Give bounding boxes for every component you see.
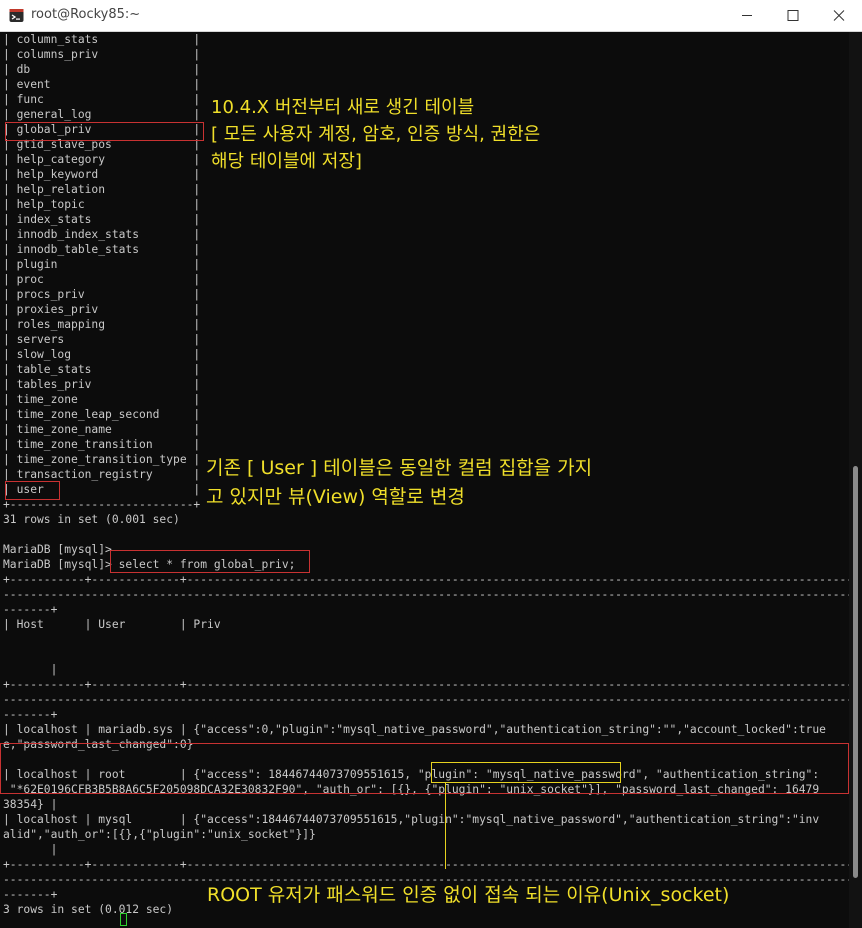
terminal-line: | time_zone_name | [3, 423, 201, 436]
terminal-line: MariaDB [mysql]> [3, 543, 112, 556]
terminal-line: | help_topic | [3, 198, 201, 211]
terminal-line: | innodb_index_stats | [3, 228, 201, 241]
terminal-line: -------+ [3, 603, 58, 616]
terminal-line: -------+ [3, 708, 58, 721]
terminal-line: ----------------------------------------… [3, 693, 862, 706]
terminal-line: | roles_mapping | [3, 318, 201, 331]
terminal-line: +-----------+-------------+-------------… [3, 573, 862, 586]
terminal-line: | time_zone_transition | [3, 438, 201, 451]
user-table-highlight-box [5, 481, 60, 500]
annotation-user-line-2: 고 있지만 뷰(View) 역할로 변경 [206, 486, 465, 508]
window-title: root@Rocky85:~ [31, 7, 141, 22]
vertical-scrollbar[interactable] [849, 32, 862, 928]
annotation-connector-line [445, 783, 446, 869]
terminal-line: | [3, 843, 58, 856]
terminal-line: | help_relation | [3, 183, 201, 196]
terminal-line: alid","auth_or":[{},{"plugin":"unix_sock… [3, 828, 316, 841]
terminal-line: | help_keyword | [3, 168, 201, 181]
terminal-line: | proxies_priv | [3, 303, 201, 316]
terminal-line: | plugin | [3, 258, 201, 271]
terminal-line: | transaction_registry | [3, 468, 201, 481]
terminal-line: | tables_priv | [3, 378, 201, 391]
terminal-line: 3 rows in set (0.012 sec) [3, 903, 174, 916]
annotation-unix-socket: ROOT 유저가 패스워드 인증 없이 접속 되는 이유(Unix_socket… [207, 884, 730, 906]
unix-socket-highlight-box [431, 762, 621, 783]
terminal-line: +-----------+-------------+-------------… [3, 858, 862, 871]
minimize-button[interactable] [724, 0, 770, 31]
terminal-line: -------+ [3, 888, 58, 901]
terminal-line: | column_stats | [3, 33, 201, 46]
annotation-global-priv-line-1: 10.4.X 버전부터 새로 생긴 테이블 [211, 97, 475, 118]
terminal-line: | db | [3, 63, 201, 76]
terminal-line: | event | [3, 78, 201, 91]
terminal-line: | localhost | mysql | {"access":18446744… [3, 813, 820, 826]
annotation-global-priv-line-2: [ 모든 사용자 계정, 암호, 인증 방식, 권한은 [211, 124, 541, 145]
terminal-line: | procs_priv | [3, 288, 201, 301]
select-command-highlight-box [110, 550, 310, 573]
title-bar[interactable]: root@Rocky85:~ [0, 0, 862, 32]
terminal-line: | table_stats | [3, 363, 201, 376]
terminal-line: | [3, 663, 58, 676]
global-priv-highlight-box [5, 122, 204, 141]
terminal-line: | Host | User | Priv [3, 618, 221, 631]
terminal-line: ----------------------------------------… [3, 588, 862, 601]
terminal-line: | help_category | [3, 153, 201, 166]
terminal-line: | localhost | mariadb.sys | {"access":0,… [3, 723, 826, 736]
terminal-line: | func | [3, 93, 201, 106]
terminal-line: | slow_log | [3, 348, 201, 361]
terminal-line: | time_zone | [3, 393, 201, 406]
terminal-cursor [120, 913, 127, 926]
maximize-button[interactable] [770, 0, 816, 31]
close-button[interactable] [816, 0, 862, 31]
terminal-line: | time_zone_transition_type | [3, 453, 201, 466]
terminal-window: root@Rocky85:~ | column_stats | | columns… [0, 0, 862, 928]
terminal-line: | proc | [3, 273, 201, 286]
terminal-line: 38354} | [3, 798, 58, 811]
terminal-line: 31 rows in set (0.001 sec) [3, 513, 180, 526]
annotation-global-priv-line-3: 해당 테이블에 저장] [211, 151, 362, 172]
terminal-line: | time_zone_leap_second | [3, 408, 201, 421]
terminal-line: | servers | [3, 333, 201, 346]
terminal-line: | innodb_table_stats | [3, 243, 201, 256]
terminal-line: | index_stats | [3, 213, 201, 226]
annotation-user-line-1: 기존 [ User ] 테이블은 동일한 컬럼 집합을 가지 [206, 457, 593, 479]
terminal-line: | general_log | [3, 108, 201, 121]
scrollbar-thumb[interactable] [853, 466, 858, 878]
terminal-line: +-----------+-------------+-------------… [3, 678, 862, 691]
terminal-line: | columns_priv | [3, 48, 201, 61]
terminal-app-icon [9, 9, 24, 22]
root-row-highlight-box [0, 743, 849, 794]
